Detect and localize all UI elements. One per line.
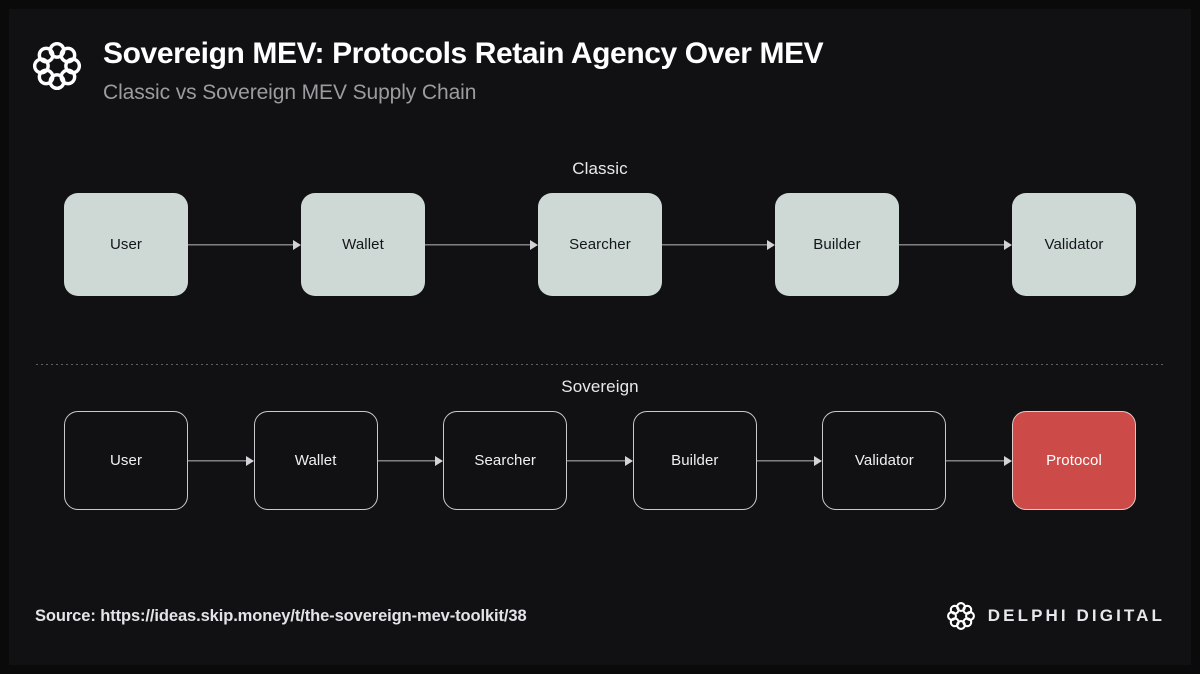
flow-node-user[interactable]: User bbox=[64, 193, 188, 296]
slide-panel: Sovereign MEV: Protocols Retain Agency O… bbox=[9, 9, 1191, 665]
flow-node-wallet[interactable]: Wallet bbox=[253, 411, 378, 510]
arrow-icon bbox=[425, 240, 538, 250]
classic-section-label: Classic bbox=[572, 159, 628, 178]
arrow-icon bbox=[188, 456, 254, 466]
source-citation: Source: https://ideas.skip.money/t/the-s… bbox=[35, 606, 527, 625]
flow-node-validator[interactable]: Validator bbox=[1012, 193, 1136, 296]
flow-node-wallet[interactable]: Wallet bbox=[301, 193, 425, 296]
arrow-icon bbox=[899, 240, 1012, 250]
footer-brand-name: DELPHI DIGITAL bbox=[987, 606, 1165, 625]
classic-flow-row: User Wallet Searcher Builder Validator bbox=[9, 193, 1191, 296]
footer: Source: https://ideas.skip.money/t/the-s… bbox=[35, 601, 1165, 631]
delphi-ring-icon bbox=[31, 40, 83, 92]
flow-node-protocol[interactable]: Protocol bbox=[1011, 411, 1136, 510]
arrow-icon bbox=[567, 456, 633, 466]
flow-node-builder[interactable]: Builder bbox=[632, 411, 757, 510]
arrow-icon bbox=[378, 456, 444, 466]
header-text: Sovereign MEV: Protocols Retain Agency O… bbox=[103, 36, 824, 105]
flow-node-user[interactable]: User bbox=[64, 411, 189, 510]
footer-brand: DELPHI DIGITAL bbox=[946, 601, 1165, 631]
flow-node-builder[interactable]: Builder bbox=[775, 193, 899, 296]
arrow-icon bbox=[662, 240, 775, 250]
arrow-icon bbox=[188, 240, 301, 250]
page-title: Sovereign MEV: Protocols Retain Agency O… bbox=[103, 37, 824, 70]
sovereign-section-label: Sovereign bbox=[561, 377, 639, 396]
header: Sovereign MEV: Protocols Retain Agency O… bbox=[31, 36, 824, 105]
delphi-ring-icon bbox=[946, 601, 976, 631]
page-subtitle: Classic vs Sovereign MEV Supply Chain bbox=[103, 81, 477, 104]
arrow-icon bbox=[757, 456, 823, 466]
sovereign-section: Sovereign User Wallet Searcher Builder V… bbox=[9, 377, 1191, 510]
flow-node-searcher[interactable]: Searcher bbox=[443, 411, 568, 510]
slide-frame: Sovereign MEV: Protocols Retain Agency O… bbox=[0, 0, 1200, 674]
flow-node-searcher[interactable]: Searcher bbox=[538, 193, 662, 296]
section-divider bbox=[36, 364, 1164, 365]
arrow-icon bbox=[946, 456, 1012, 466]
flow-node-validator[interactable]: Validator bbox=[822, 411, 947, 510]
sovereign-flow-row: User Wallet Searcher Builder Validator P… bbox=[9, 411, 1191, 510]
classic-section: Classic User Wallet Searcher Builder Val… bbox=[9, 159, 1191, 296]
